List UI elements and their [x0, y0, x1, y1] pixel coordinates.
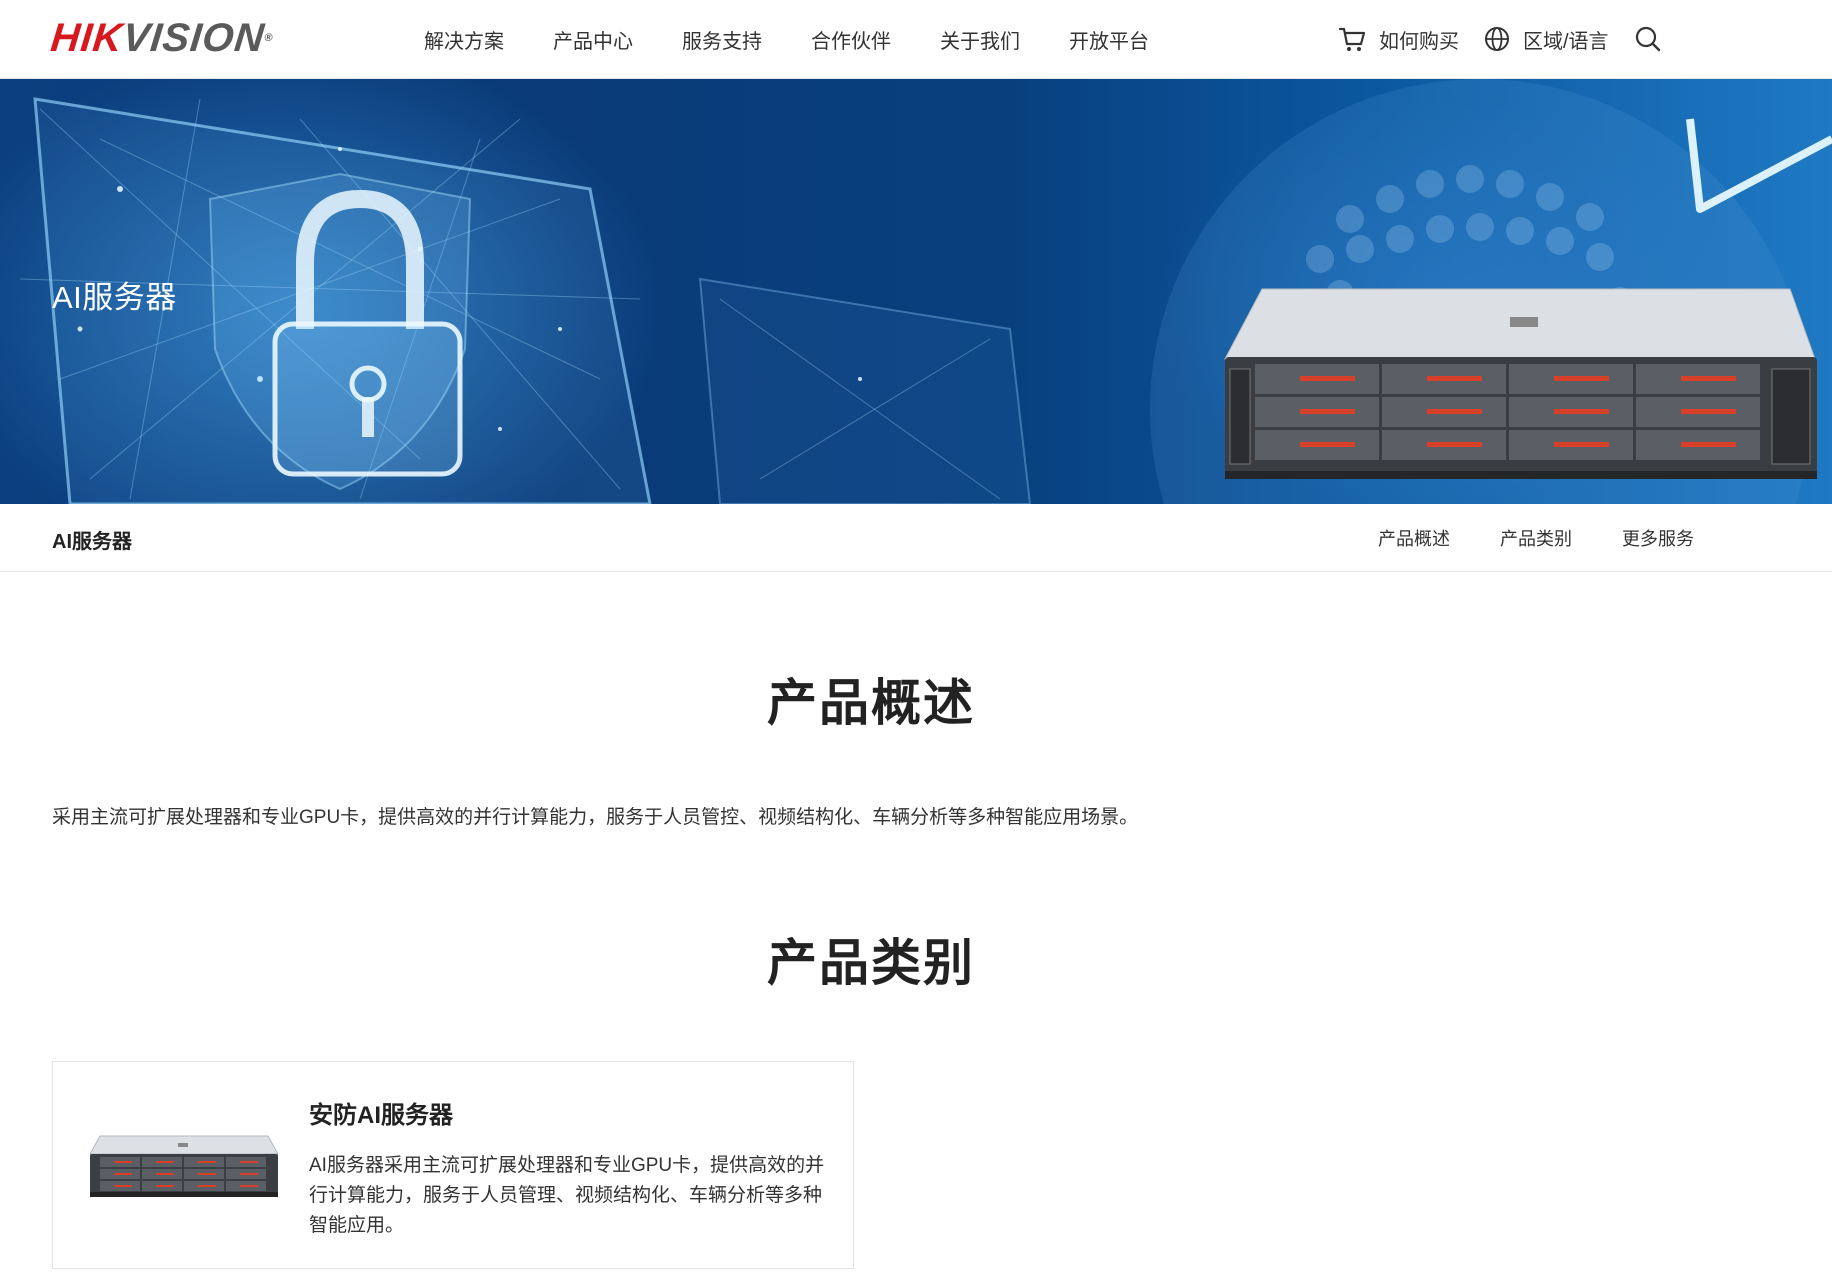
top-header: HIKVISION® 解决方案 产品中心 服务支持 合作伙伴 关于我们 开放平台…: [0, 0, 1832, 79]
cart-icon: [1338, 27, 1366, 51]
logo-hik: HIK: [48, 16, 126, 60]
subnav-links: 产品概述 产品类别 更多服务: [1378, 525, 1744, 551]
main-nav: 解决方案 产品中心 服务支持 合作伙伴 关于我们 开放平台: [424, 0, 1198, 78]
subnav-link-categories[interactable]: 产品类别: [1500, 525, 1572, 551]
hikvision-logo[interactable]: HIKVISION®: [48, 16, 276, 60]
region-language-selector[interactable]: 区域/语言: [1484, 25, 1609, 54]
logo-registered-mark: ®: [263, 32, 275, 44]
categories-heading: 产品类别: [767, 935, 975, 991]
how-to-buy-link[interactable]: 如何购买: [1338, 25, 1459, 54]
header-utilities: 如何购买 区域/语言: [1338, 0, 1662, 78]
subnav-link-overview[interactable]: 产品概述: [1378, 525, 1450, 551]
overview-heading: 产品概述: [767, 675, 975, 731]
product-card-description: AI服务器采用主流可扩展处理器和专业GPU卡，提供高效的并行计算能力，服务于人员…: [309, 1155, 825, 1236]
nav-products[interactable]: 产品中心: [553, 25, 633, 54]
subnav-title: AI服务器: [52, 531, 132, 553]
banner-title: AI服务器: [52, 280, 177, 315]
banner-artwork: [19, 79, 1832, 504]
search-icon[interactable]: [1634, 25, 1662, 53]
subnav-link-more-services[interactable]: 更多服务: [1622, 525, 1694, 551]
region-language-label: 区域/语言: [1523, 30, 1609, 53]
nav-solutions[interactable]: 解决方案: [424, 25, 504, 54]
sub-nav: AI服务器 产品概述 产品类别 更多服务: [0, 504, 1832, 572]
hero-banner: AI服务器: [0, 79, 1832, 504]
nav-partners[interactable]: 合作伙伴: [811, 25, 891, 54]
overview-text: 采用主流可扩展处理器和专业GPU卡，提供高效的并行计算能力，服务于人员管控、视频…: [52, 807, 1139, 828]
product-card-title: 安防AI服务器: [309, 1102, 453, 1129]
nav-support[interactable]: 服务支持: [682, 25, 762, 54]
how-to-buy-label: 如何购买: [1379, 30, 1459, 53]
logo-vision: VISION: [120, 16, 267, 60]
product-card-image: [89, 1135, 279, 1197]
product-card[interactable]: 安防AI服务器 AI服务器采用主流可扩展处理器和专业GPU卡，提供高效的并行计算…: [52, 1061, 854, 1269]
nav-about[interactable]: 关于我们: [940, 25, 1020, 54]
nav-open-platform[interactable]: 开放平台: [1069, 25, 1149, 54]
globe-icon: [1485, 27, 1509, 51]
banner-server-image: [1224, 288, 1817, 479]
